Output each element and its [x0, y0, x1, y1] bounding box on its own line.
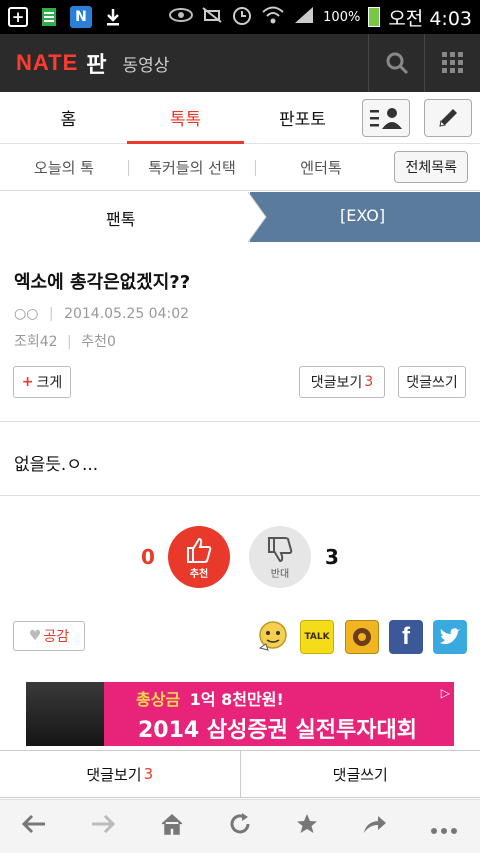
- sub-tabs: 오늘의 톡 톡커들의 선택 엔터톡 전체목록: [0, 145, 480, 191]
- thumbs-down-icon: [268, 536, 293, 562]
- main-tabs: 홈 톡톡 판포토: [0, 92, 480, 144]
- comment-bar: 댓글보기 3 댓글쓰기: [0, 750, 480, 798]
- browser-toolbar: [0, 799, 480, 853]
- kakaostory-icon: [353, 628, 371, 646]
- post-title: 엑소에 총각은없겠지??: [14, 272, 191, 293]
- ad-choices-icon[interactable]: ▷: [441, 686, 450, 700]
- user-list-icon: [370, 108, 402, 129]
- heart-icon: ♥: [28, 628, 42, 644]
- banner-prize-amount: 1억 8천만원!: [189, 690, 284, 709]
- facebook-icon: f: [402, 623, 410, 650]
- enlarge-text-button[interactable]: + 크게: [13, 366, 71, 398]
- menu-button[interactable]: [424, 34, 480, 92]
- video-link[interactable]: 동영상: [123, 51, 170, 76]
- sim-card-icon: [38, 6, 60, 28]
- tab-home[interactable]: 홈: [10, 92, 127, 143]
- facebook-share-button[interactable]: f: [389, 620, 423, 654]
- tab-toktok[interactable]: 톡톡: [127, 92, 244, 144]
- emoticon-share-button[interactable]: [256, 620, 290, 654]
- write-post-button[interactable]: [424, 99, 472, 137]
- like-button[interactable]: ♥ 공감: [13, 621, 85, 651]
- recommend-button[interactable]: 추천: [168, 526, 230, 588]
- divider: [0, 495, 480, 496]
- refresh-icon[interactable]: [228, 812, 252, 842]
- ad-banner[interactable]: 총상금 1억 8천만원! 2014 삼성증권 실전투자대회 ▷: [26, 682, 454, 746]
- views-count: 42: [39, 334, 58, 350]
- tab-pan-photo[interactable]: 판포토: [244, 92, 361, 143]
- breadcrumb-fantalk[interactable]: 팬톡: [106, 206, 135, 230]
- pann-brand[interactable]: 판: [86, 47, 106, 79]
- subtab-today-talk[interactable]: 오늘의 톡: [0, 157, 128, 178]
- plus-icon: +: [21, 374, 34, 390]
- divider: [0, 421, 480, 422]
- twitter-icon: [440, 628, 461, 645]
- kakaotalk-share-button[interactable]: TALK: [300, 620, 334, 654]
- n-app-icon: N: [70, 6, 92, 28]
- write-comment-button[interactable]: 댓글쓰기: [398, 366, 466, 398]
- battery-percent: 100%: [323, 9, 361, 25]
- share-icon[interactable]: [362, 813, 388, 841]
- forward-icon[interactable]: [90, 813, 116, 841]
- banner-figure-image: [26, 682, 104, 746]
- view-comments-label: 댓글보기: [310, 375, 363, 391]
- plus-box-icon: +: [8, 7, 28, 27]
- enlarge-label: 크게: [36, 375, 63, 391]
- battery-icon: [368, 7, 381, 27]
- kakaostory-share-button[interactable]: [345, 620, 379, 654]
- search-button[interactable]: [368, 34, 424, 92]
- banner-headline: 총상금 1억 8천만원!: [136, 686, 284, 710]
- bottom-view-comments-button[interactable]: 댓글보기 3: [0, 751, 241, 797]
- download-icon: [102, 6, 124, 28]
- bottom-view-comments-label: 댓글보기: [86, 765, 142, 784]
- breadcrumb-arrow-icon: [0, 192, 267, 242]
- oppose-button-label: 반대: [270, 568, 290, 580]
- post-meta: ○○ | 2014.05.25 04:02: [14, 306, 190, 322]
- post-body: 없을듯.ㅇ...: [14, 455, 99, 475]
- full-list-button[interactable]: 전체목록: [394, 151, 468, 183]
- alarm-icon: [231, 4, 253, 30]
- bookmark-star-icon[interactable]: [295, 812, 319, 842]
- oppose-button[interactable]: 반대: [249, 526, 311, 588]
- emoticon-icon: [258, 621, 287, 651]
- bottom-write-comment-button[interactable]: 댓글쓰기: [241, 751, 480, 797]
- recommend-button-label: 추천: [189, 568, 209, 580]
- oppose-vote-count: 3: [325, 545, 339, 569]
- back-icon[interactable]: [21, 813, 47, 841]
- app-header: NATE 판 동영상: [0, 34, 480, 92]
- banner-prize-label: 총상금: [136, 690, 181, 709]
- post-date: 2014.05.25 04:02: [64, 306, 190, 322]
- pencil-icon: [439, 109, 457, 127]
- breadcrumb-exo[interactable]: [EXO]: [340, 206, 385, 225]
- banner-title: 2014 삼성증권 실전투자대회: [138, 718, 417, 743]
- signal-icon: [293, 5, 315, 29]
- comment-count: 3: [364, 374, 374, 390]
- my-page-button[interactable]: [362, 99, 410, 137]
- status-bar: + N 100% 오전 4:03: [0, 0, 480, 34]
- recommend-count: 0: [106, 334, 116, 350]
- post-stats: 조회42 | 추천0: [14, 334, 116, 350]
- more-icon[interactable]: [430, 813, 458, 841]
- views-label: 조회: [14, 334, 40, 350]
- bottom-comment-count: 3: [143, 765, 154, 783]
- wifi-icon: [261, 5, 285, 29]
- nate-logo[interactable]: NATE: [16, 50, 78, 76]
- subtab-enter-talk[interactable]: 엔터톡: [256, 157, 386, 178]
- view-comments-button[interactable]: 댓글보기 3: [299, 366, 385, 398]
- like-label: 공감: [43, 629, 70, 645]
- home-icon[interactable]: [159, 812, 185, 842]
- recommend-vote-count: 0: [141, 545, 155, 569]
- twitter-share-button[interactable]: [433, 620, 467, 654]
- kakaotalk-icon: TALK: [304, 632, 330, 642]
- thumbs-up-icon: [187, 537, 212, 563]
- breadcrumb: 팬톡 [EXO]: [0, 192, 480, 242]
- clock: 오전 4:03: [388, 7, 472, 30]
- subtab-talkers-choice[interactable]: 톡커들의 선택: [129, 157, 255, 178]
- recommend-label: 추천: [81, 334, 107, 350]
- search-icon: [386, 52, 408, 75]
- post-author[interactable]: ○○: [14, 306, 38, 322]
- mute-icon: [201, 5, 223, 29]
- grid-menu-icon: [441, 52, 463, 73]
- eye-icon: [169, 7, 194, 27]
